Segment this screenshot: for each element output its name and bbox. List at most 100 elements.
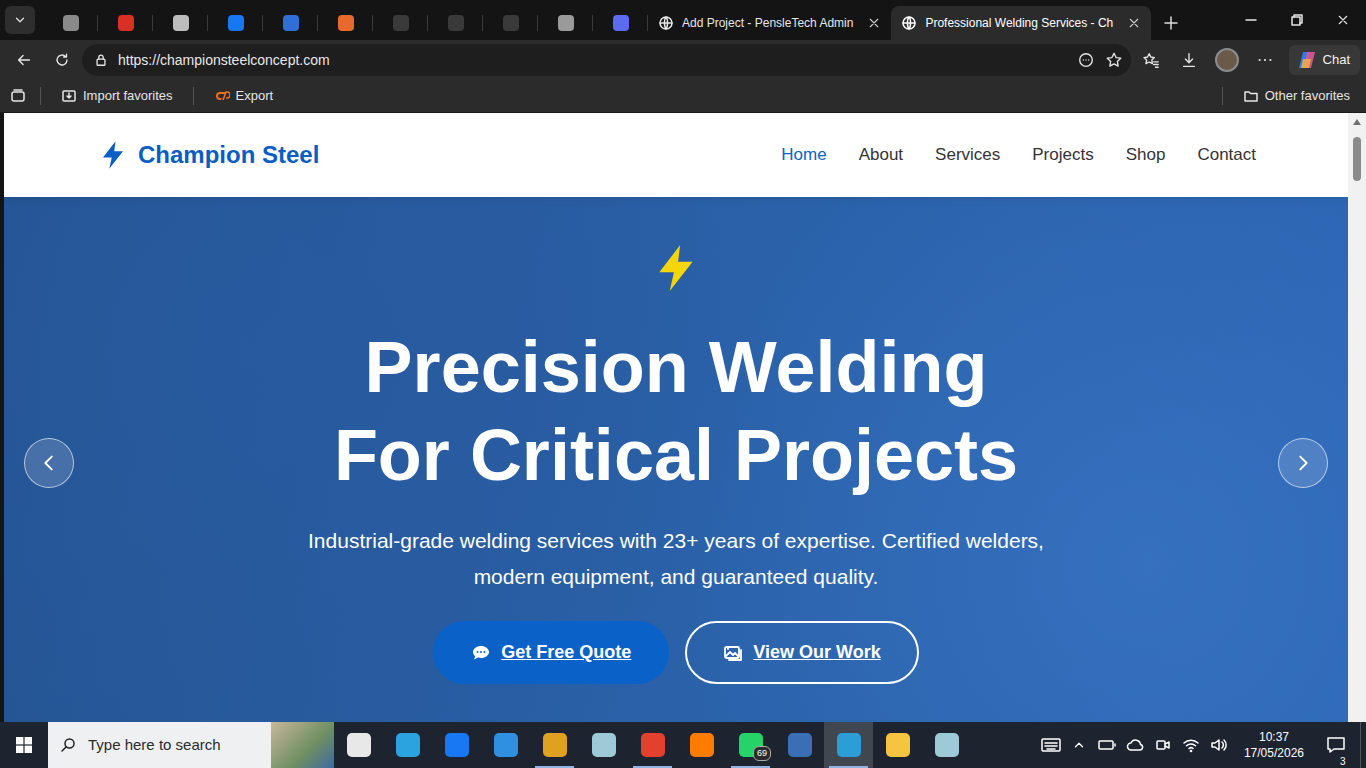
taskbar-app[interactable] [677,722,726,768]
address-bar[interactable]: https://championsteelconcept.com [82,44,1131,76]
volume-icon[interactable] [1208,737,1230,753]
favorites-bar: Import favorites Export Other favorites [0,80,1366,113]
address-text[interactable]: https://championsteelconcept.com [118,50,1067,71]
tab-content [118,15,134,31]
favorites-icon[interactable] [1133,44,1169,76]
favorite-item[interactable]: Import favorites [55,84,179,108]
tab-content [613,15,629,31]
running-indicator [486,766,525,768]
app-badge: 69 [753,746,771,761]
running-indicator [437,766,476,768]
separator [1222,87,1223,105]
browser-tab[interactable] [43,6,98,40]
hero-title: Precision Welding [4,323,1348,411]
notification-center[interactable]: 3 [1318,736,1354,754]
work-button[interactable]: View Our Work [685,621,918,684]
meet-icon[interactable] [1152,737,1174,753]
show-desktop[interactable] [1360,722,1366,768]
app-icon [837,733,861,757]
browser-tab[interactable] [538,6,593,40]
taskbar-app[interactable] [922,722,971,768]
browser-tab[interactable] [208,6,263,40]
chevron-right-icon[interactable] [1278,438,1328,488]
close-icon[interactable] [1125,14,1143,32]
running-indicator [584,766,623,768]
clock[interactable]: 10:3717/05/2026 [1236,729,1312,761]
search-input[interactable] [86,733,261,758]
scroll-up-icon[interactable] [1353,113,1361,131]
app-icon [396,733,420,757]
restore-icon[interactable] [1274,0,1320,40]
chat-button[interactable]: Chat [1289,45,1360,75]
collections-icon[interactable] [10,88,26,104]
browser-tab[interactable] [318,6,373,40]
browser-tab[interactable]: Professional Welding Services - Ch [891,6,1151,40]
app-icon [690,733,714,757]
taskbar-app[interactable] [383,722,432,768]
nav-link[interactable]: Projects [1032,142,1093,168]
browser-tab[interactable] [263,6,318,40]
windows-icon[interactable] [0,722,48,768]
browser-tab[interactable] [593,6,648,40]
star-icon[interactable] [1105,51,1123,69]
scroll-thumb[interactable] [1353,137,1361,181]
browser-tab[interactable] [373,6,428,40]
back-icon[interactable] [6,44,42,76]
tab-content [228,15,244,31]
browser-tab[interactable] [98,6,153,40]
other-favorites[interactable]: Other favorites [1237,84,1356,108]
taskbar-app[interactable] [824,722,873,768]
taskbar-app[interactable] [775,722,824,768]
taskbar-search[interactable] [48,722,334,768]
nav-link[interactable]: About [859,142,903,168]
taskbar-app[interactable]: 69 [726,722,775,768]
nav-link[interactable]: Services [935,142,1000,168]
folder-icon [1243,88,1259,104]
minimize-icon[interactable] [1228,0,1274,40]
browser-tab[interactable] [483,6,538,40]
browser-tab[interactable] [153,6,208,40]
running-indicator [927,766,966,768]
favicon-icon [503,15,519,31]
wifi-icon[interactable] [1180,737,1202,753]
battery-icon[interactable] [1096,738,1118,752]
search-highlight[interactable] [271,722,334,768]
taskbar-app[interactable] [334,722,383,768]
taskbar-app[interactable] [579,722,628,768]
reload-icon[interactable] [44,44,80,76]
quote-button[interactable]: Get Free Quote [433,621,669,684]
web-viewport: Champion Steel Home About Services Projects S… [0,113,1366,722]
profile[interactable] [1209,44,1245,76]
show-hidden-icon[interactable] [1068,738,1090,752]
download-icon[interactable] [1171,44,1207,76]
tab-content [393,15,409,31]
favorite-item[interactable]: Export [208,84,280,108]
browser-tab[interactable] [428,6,483,40]
running-indicator [339,766,378,768]
browser-tab[interactable]: Add Project - PensleTech Admin [648,6,891,40]
taskbar-app[interactable] [432,722,481,768]
window-controls [1228,0,1366,40]
site-logo[interactable]: Champion Steel [98,137,319,173]
keyboard-icon[interactable] [1040,737,1062,753]
new-tab-icon[interactable] [1151,6,1191,40]
chevron-left-icon[interactable] [24,438,74,488]
taskbar-app[interactable] [530,722,579,768]
reader-icon[interactable] [1077,51,1095,69]
close-window-icon[interactable] [1320,0,1366,40]
taskbar-app[interactable] [628,722,677,768]
cpanel-icon [214,88,230,104]
taskbar-app[interactable] [481,722,530,768]
nav-link[interactable]: Shop [1126,142,1166,168]
tab-actions-icon[interactable] [5,6,35,34]
close-icon[interactable] [865,14,883,32]
web-page: Champion Steel Home About Services Projects S… [4,113,1348,722]
taskbar-app[interactable] [873,722,922,768]
app-icon [543,733,567,757]
button-label: Get Free Quote [501,639,631,666]
nav-link[interactable]: Home [781,142,826,168]
nav-link[interactable]: Contact [1197,142,1256,168]
more-icon[interactable] [1247,44,1283,76]
scrollbar[interactable] [1348,113,1366,722]
cloud-icon[interactable] [1124,738,1146,752]
